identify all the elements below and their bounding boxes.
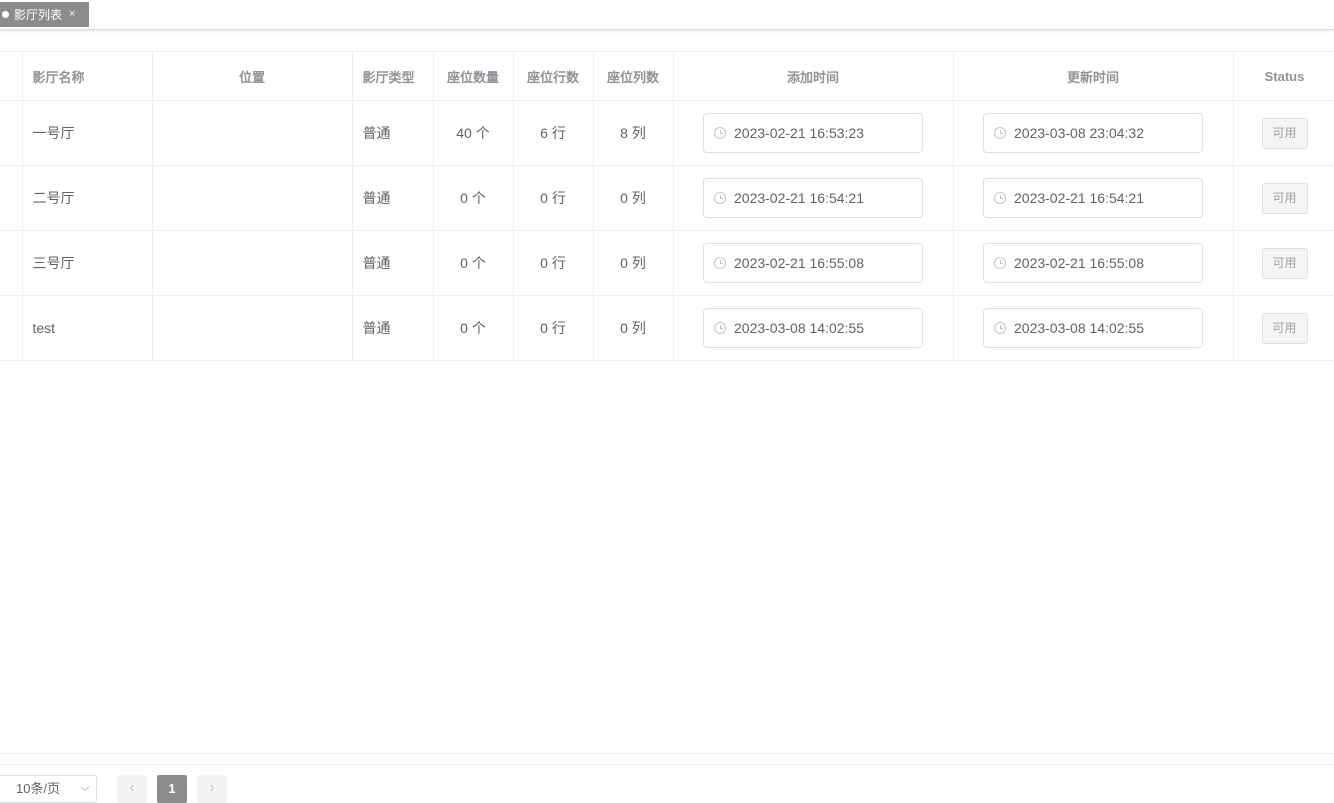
cell-type: 普通 xyxy=(352,100,434,166)
added-time-value: 2023-02-21 16:53:23 xyxy=(734,125,864,141)
cell-status: 可用 xyxy=(1233,295,1334,361)
table-header-row: 影厅名称 位置 影厅类型 座位数量 座位行数 座位列数 添加时间 更新时间 St… xyxy=(0,51,1334,101)
column-header-seat-count: 座位数量 xyxy=(433,51,514,101)
cell-location xyxy=(152,295,353,361)
added-time-value: 2023-02-21 16:55:08 xyxy=(734,255,864,271)
column-header-type: 影厅类型 xyxy=(352,51,434,101)
clock-icon xyxy=(994,192,1006,204)
cell-type: 普通 xyxy=(352,165,434,231)
added-time-input[interactable]: 2023-02-21 16:53:23 xyxy=(703,113,923,153)
cell-seat-cols: 0 列 xyxy=(593,230,674,296)
table-row: 三号厅 普通 0 个 0 行 0 列 2023-02-21 16:55:08 2… xyxy=(0,230,1334,296)
cell-status: 可用 xyxy=(1233,165,1334,231)
pagination-divider xyxy=(0,764,1334,765)
clock-icon xyxy=(714,257,726,269)
cell-status: 可用 xyxy=(1233,100,1334,166)
added-time-value: 2023-02-21 16:54:21 xyxy=(734,190,864,206)
updated-time-input[interactable]: 2023-03-08 14:02:55 xyxy=(983,308,1203,348)
cell-name: 二号厅 xyxy=(22,165,153,231)
updated-time-value: 2023-03-08 23:04:32 xyxy=(1014,125,1144,141)
cell-name: 三号厅 xyxy=(22,230,153,296)
cell-location xyxy=(152,165,353,231)
hall-table: 影厅名称 位置 影厅类型 座位数量 座位行数 座位列数 添加时间 更新时间 St… xyxy=(0,51,1334,361)
cell-seat-rows: 0 行 xyxy=(513,295,594,361)
column-header-name: 影厅名称 xyxy=(22,51,153,101)
tags-view-bar: 影厅列表 × xyxy=(0,0,1334,30)
cell-location xyxy=(152,230,353,296)
selection-cell xyxy=(0,295,23,361)
added-time-input[interactable]: 2023-02-21 16:54:21 xyxy=(703,178,923,218)
table-bottom-divider xyxy=(0,753,1334,754)
cell-added-time: 2023-02-21 16:55:08 xyxy=(673,230,954,296)
cell-seat-rows: 0 行 xyxy=(513,165,594,231)
column-header-updated-time: 更新时间 xyxy=(953,51,1234,101)
table-row: 一号厅 普通 40 个 6 行 8 列 2023-02-21 16:53:23 … xyxy=(0,100,1334,166)
cell-seat-cols: 0 列 xyxy=(593,165,674,231)
status-button[interactable]: 可用 xyxy=(1261,247,1308,279)
updated-time-value: 2023-02-21 16:54:21 xyxy=(1014,190,1144,206)
updated-time-input[interactable]: 2023-02-21 16:54:21 xyxy=(983,178,1203,218)
added-time-input[interactable]: 2023-02-21 16:55:08 xyxy=(703,243,923,283)
cell-type: 普通 xyxy=(352,295,434,361)
cell-updated-time: 2023-03-08 23:04:32 xyxy=(953,100,1234,166)
selection-cell xyxy=(0,165,23,231)
added-time-value: 2023-03-08 14:02:55 xyxy=(734,320,864,336)
table-row: 二号厅 普通 0 个 0 行 0 列 2023-02-21 16:54:21 2… xyxy=(0,165,1334,231)
clock-icon xyxy=(994,322,1006,334)
cell-seat-rows: 0 行 xyxy=(513,230,594,296)
clock-icon xyxy=(714,192,726,204)
chevron-down-icon xyxy=(80,782,90,792)
next-page-button[interactable]: › xyxy=(197,775,227,803)
cell-status: 可用 xyxy=(1233,230,1334,296)
clock-icon xyxy=(714,127,726,139)
status-button[interactable]: 可用 xyxy=(1261,312,1308,344)
column-header-status: Status xyxy=(1233,51,1334,101)
cell-seat-cols: 0 列 xyxy=(593,295,674,361)
column-header-seat-cols: 座位列数 xyxy=(593,51,674,101)
page-size-select[interactable]: 10条/页 xyxy=(0,775,97,803)
cell-seat-count: 0 个 xyxy=(433,295,514,361)
cell-type: 普通 xyxy=(352,230,434,296)
updated-time-value: 2023-02-21 16:55:08 xyxy=(1014,255,1144,271)
tab-hall-list[interactable]: 影厅列表 × xyxy=(0,2,89,27)
table-row: test 普通 0 个 0 行 0 列 2023-03-08 14:02:55 … xyxy=(0,295,1334,361)
selection-column-header xyxy=(0,51,23,101)
cell-seat-count: 0 个 xyxy=(433,230,514,296)
cell-updated-time: 2023-02-21 16:54:21 xyxy=(953,165,1234,231)
cell-seat-count: 0 个 xyxy=(433,165,514,231)
clock-icon xyxy=(994,127,1006,139)
cell-name: test xyxy=(22,295,153,361)
clock-icon xyxy=(714,322,726,334)
cell-location xyxy=(152,100,353,166)
added-time-input[interactable]: 2023-03-08 14:02:55 xyxy=(703,308,923,348)
prev-page-button[interactable]: ‹ xyxy=(117,775,147,803)
updated-time-input[interactable]: 2023-03-08 23:04:32 xyxy=(983,113,1203,153)
selection-cell xyxy=(0,230,23,296)
status-button[interactable]: 可用 xyxy=(1261,117,1308,149)
cell-updated-time: 2023-03-08 14:02:55 xyxy=(953,295,1234,361)
cell-added-time: 2023-02-21 16:54:21 xyxy=(673,165,954,231)
selection-cell xyxy=(0,100,23,166)
column-header-location: 位置 xyxy=(152,51,353,101)
updated-time-value: 2023-03-08 14:02:55 xyxy=(1014,320,1144,336)
column-header-added-time: 添加时间 xyxy=(673,51,954,101)
active-dot-icon xyxy=(2,11,9,18)
updated-time-input[interactable]: 2023-02-21 16:55:08 xyxy=(983,243,1203,283)
status-button[interactable]: 可用 xyxy=(1261,182,1308,214)
cell-added-time: 2023-03-08 14:02:55 xyxy=(673,295,954,361)
clock-icon xyxy=(994,257,1006,269)
cell-updated-time: 2023-02-21 16:55:08 xyxy=(953,230,1234,296)
cell-seat-cols: 8 列 xyxy=(593,100,674,166)
column-header-seat-rows: 座位行数 xyxy=(513,51,594,101)
close-icon[interactable]: × xyxy=(69,9,75,20)
page-number-current[interactable]: 1 xyxy=(157,775,187,803)
cell-seat-count: 40 个 xyxy=(433,100,514,166)
cell-seat-rows: 6 行 xyxy=(513,100,594,166)
tab-label: 影厅列表 xyxy=(14,8,63,22)
cell-added-time: 2023-02-21 16:53:23 xyxy=(673,100,954,166)
cell-name: 一号厅 xyxy=(22,100,153,166)
